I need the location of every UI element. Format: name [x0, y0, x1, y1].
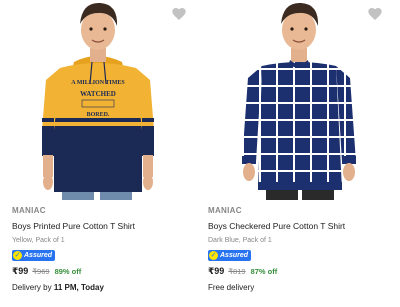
product-card[interactable]: MANIAC Boys Checkered Pure Cotton T Shir… [200, 0, 400, 307]
delivery-info: Delivery by 11 PM, Today [12, 283, 200, 292]
brand-name: MANIAC [208, 206, 242, 215]
assured-label: Assured [24, 251, 53, 259]
product-grid: A MILLION TIMES WATCHED BORED. MANIAC Bo… [0, 0, 400, 307]
price: ₹99 [12, 266, 29, 276]
print-text-3: BORED. [87, 112, 110, 118]
print-text-1: A MILLION TIMES [71, 80, 125, 86]
mrp: ₹969 [32, 267, 50, 276]
heart-icon[interactable] [367, 6, 383, 22]
check-icon: ✓ [209, 250, 218, 260]
product-title[interactable]: Boys Printed Pure Cotton T Shirt [12, 221, 200, 231]
brand-name: MANIAC [12, 206, 46, 215]
delivery-info: Free delivery [208, 283, 400, 292]
price: ₹99 [208, 266, 225, 276]
check-icon: ✓ [13, 250, 22, 260]
discount: 87% off [250, 267, 278, 276]
price-row: ₹99 ₹969 89% off [12, 266, 200, 277]
delivery-time: 11 PM, Today [53, 283, 104, 292]
assured-label: Assured [220, 251, 249, 259]
assured-badge: ✓ Assured [12, 249, 56, 261]
product-title[interactable]: Boys Checkered Pure Cotton T Shirt [208, 221, 400, 231]
print-text-2: WATCHED [80, 90, 116, 98]
delivery-prefix: Free delivery [208, 283, 255, 292]
price-row: ₹99 ₹819 87% off [208, 266, 400, 277]
product-image[interactable]: A MILLION TIMES WATCHED BORED. [12, 0, 202, 200]
product-variant: Dark Blue, Pack of 1 [208, 237, 272, 244]
assured-badge: ✓ Assured [208, 249, 252, 261]
discount: 89% off [54, 267, 82, 276]
product-variant: Yellow, Pack of 1 [12, 237, 65, 244]
delivery-prefix: Delivery by [12, 283, 52, 292]
product-image[interactable] [208, 0, 398, 200]
mrp: ₹819 [228, 267, 246, 276]
heart-icon[interactable] [171, 6, 187, 22]
product-card[interactable]: A MILLION TIMES WATCHED BORED. MANIAC Bo… [0, 0, 202, 307]
